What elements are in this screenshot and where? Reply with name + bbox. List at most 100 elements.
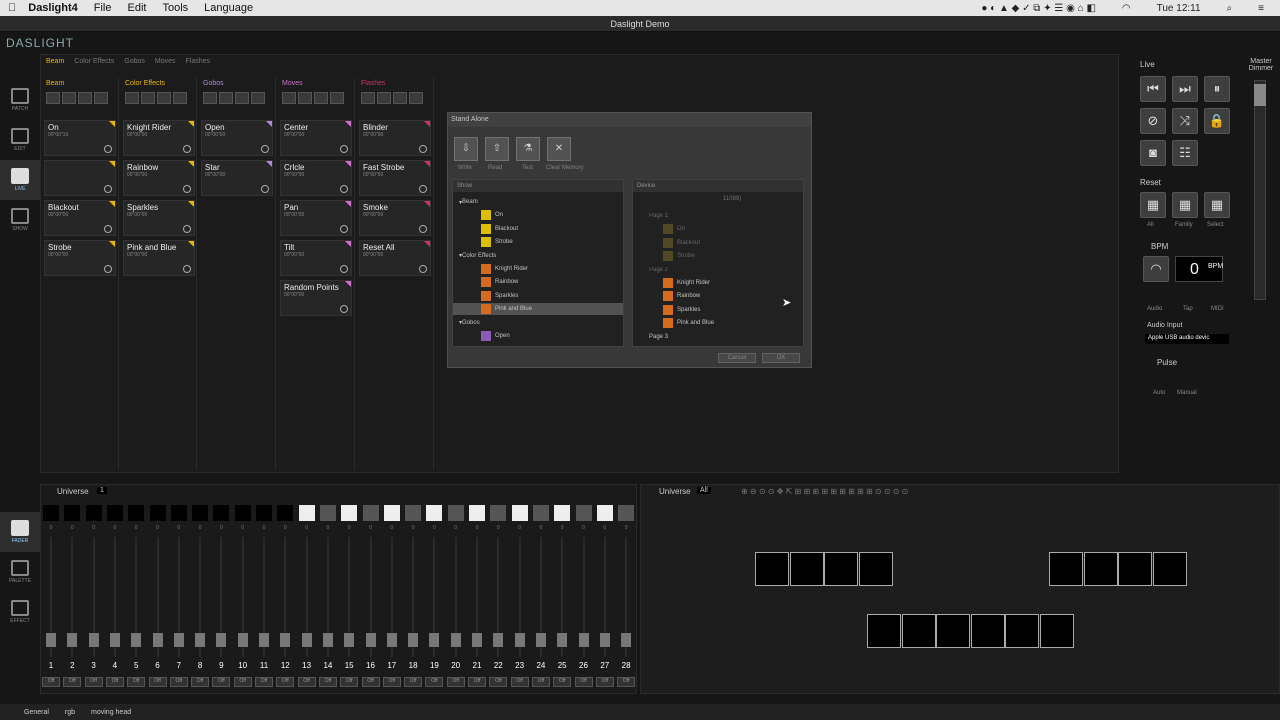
- channel-off-button[interactable]: Off: [595, 677, 614, 687]
- status-icons[interactable]: ● ◐ ▲ ◆ ✓ ⧉ ✦ ☰ ◉ ⌂ ◧: [973, 3, 1104, 14]
- audio-input-select[interactable]: Apple USB audio devic: [1145, 334, 1229, 344]
- fader-knob[interactable]: [131, 633, 142, 647]
- nav-show[interactable]: SHOW: [0, 200, 40, 240]
- channel-fader[interactable]: 0 8 Off: [190, 505, 210, 691]
- channel-fader[interactable]: 0 7 Off: [169, 505, 189, 691]
- fader-knob[interactable]: [408, 633, 419, 647]
- fader-knob[interactable]: [535, 633, 546, 647]
- pause-icon[interactable]: [141, 92, 155, 104]
- channel-fader[interactable]: 0 1 Off: [41, 505, 61, 691]
- channel-fader[interactable]: 0 5 Off: [126, 505, 146, 691]
- channel-fader[interactable]: 0 15 Off: [339, 505, 359, 691]
- fader-knob[interactable]: [493, 633, 504, 647]
- channel-fader[interactable]: 0 10 Off: [233, 505, 253, 691]
- cue-button[interactable]: Open 00"00"00: [201, 120, 273, 156]
- channel-fader[interactable]: 0 27 Off: [595, 505, 615, 691]
- cue-button[interactable]: Tilt 00"00"00: [280, 240, 352, 276]
- tab-moves[interactable]: Moves: [155, 58, 176, 70]
- device-tree-item[interactable]: Knight Rider: [633, 277, 803, 289]
- cue-button[interactable]: Reset All 00"00"00: [359, 240, 431, 276]
- column-header[interactable]: Color Effects: [119, 78, 196, 90]
- fader-knob[interactable]: [365, 633, 376, 647]
- loop-icon[interactable]: [183, 185, 191, 193]
- select-all-icon[interactable]: ▦: [1140, 192, 1166, 218]
- channel-off-button[interactable]: Off: [340, 677, 359, 687]
- loop-icon[interactable]: [340, 305, 348, 313]
- menu-file[interactable]: File: [86, 2, 120, 14]
- channel-fader[interactable]: 0 9 Off: [211, 505, 231, 691]
- loop-icon[interactable]: [261, 145, 269, 153]
- nav-effect[interactable]: EFFECT: [0, 592, 40, 632]
- show-tree-item[interactable]: Knight Rider: [453, 263, 623, 275]
- clear-memory-button[interactable]: ✕: [547, 137, 571, 161]
- nav-live[interactable]: LIVE: [0, 160, 40, 200]
- show-tree-item[interactable]: ▾ Gobos: [453, 317, 623, 329]
- fixture-cell[interactable]: [858, 552, 893, 586]
- channel-fader[interactable]: 0 14 Off: [318, 505, 338, 691]
- channel-off-button[interactable]: Off: [404, 677, 423, 687]
- channel-fader[interactable]: 0 25 Off: [552, 505, 572, 691]
- pulse-auto-label[interactable]: Auto: [1153, 390, 1165, 396]
- device-tree-item[interactable]: Sparkles: [633, 304, 803, 316]
- master-dimmer-knob[interactable]: [1254, 84, 1266, 106]
- channel-fader[interactable]: 0 28 Off: [616, 505, 636, 691]
- loop-icon[interactable]: [183, 225, 191, 233]
- cue-button[interactable]: Center 00"00"00: [280, 120, 352, 156]
- camera-icon[interactable]: ◙: [1140, 140, 1166, 166]
- cue-button[interactable]: Blinder 00"00"00: [359, 120, 431, 156]
- tab-beam[interactable]: Beam: [46, 58, 64, 70]
- cue-button[interactable]: On 00"00"16: [44, 120, 116, 156]
- channel-off-button[interactable]: Off: [42, 677, 60, 687]
- device-tree-item[interactable]: Strobe: [633, 250, 803, 262]
- channel-fader[interactable]: 0 26 Off: [574, 505, 594, 691]
- show-tree-item[interactable]: ▾ Beam: [453, 196, 623, 208]
- channel-off-button[interactable]: Off: [318, 677, 337, 687]
- channel-fader[interactable]: 0 3 Off: [84, 505, 104, 691]
- nav-patch[interactable]: PATCH: [0, 80, 40, 120]
- fixture-cell[interactable]: [755, 552, 789, 586]
- fader-knob[interactable]: [429, 633, 440, 647]
- device-page[interactable]: Page 3: [633, 331, 803, 343]
- cue-button[interactable]: Sparkles 00"00"00: [123, 200, 195, 236]
- view-toolbar-icons[interactable]: ⊕ ⊖ ⊙ ⊙ ✥ ⇱ ⊞ ⊞ ⊞ ⊞ ⊞ ⊞ ⊞ ⊞ ⊞ ⊙ ⊙ ⊙ ⊙: [741, 487, 908, 496]
- channel-off-button[interactable]: Off: [105, 677, 124, 687]
- loop-icon[interactable]: [104, 185, 112, 193]
- play-icon[interactable]: [46, 92, 60, 104]
- app-menu[interactable]: Daslight4: [24, 2, 86, 14]
- column-header[interactable]: Gobos: [197, 78, 275, 90]
- channel-fader[interactable]: 0 2 Off: [62, 505, 82, 691]
- fixture-cell[interactable]: [1118, 552, 1152, 586]
- cue-button[interactable]: [44, 160, 116, 196]
- fader-knob[interactable]: [195, 633, 206, 647]
- reset-label[interactable]: Reset: [1140, 178, 1161, 187]
- fader-knob[interactable]: [109, 633, 120, 647]
- menu-edit[interactable]: Edit: [120, 2, 155, 14]
- device-page[interactable]: Page 2: [633, 264, 803, 276]
- menu-language[interactable]: Language: [196, 2, 261, 14]
- cue-button[interactable]: Smoke 00"00"00: [359, 200, 431, 236]
- fader-knob[interactable]: [173, 633, 184, 647]
- channel-off-button[interactable]: Off: [191, 677, 210, 687]
- channel-fader[interactable]: 0 17 Off: [382, 505, 402, 691]
- fader-knob[interactable]: [259, 633, 269, 647]
- column-header[interactable]: Beam: [40, 78, 118, 90]
- channel-off-button[interactable]: Off: [617, 677, 636, 687]
- status-general[interactable]: General: [24, 709, 49, 716]
- tab-flashes[interactable]: Flashes: [186, 58, 211, 70]
- channel-fader[interactable]: 0 4 Off: [105, 505, 125, 691]
- fixture-cell[interactable]: [970, 614, 1005, 648]
- column-header[interactable]: Moves: [276, 78, 354, 90]
- cue-button[interactable]: Rainbow 00"00"00: [123, 160, 195, 196]
- fader-knob[interactable]: [301, 633, 312, 647]
- channel-fader[interactable]: 0 6 Off: [148, 505, 168, 691]
- channel-off-button[interactable]: Off: [233, 677, 252, 687]
- fader-knob[interactable]: [386, 633, 397, 647]
- channel-off-button[interactable]: Off: [255, 677, 273, 687]
- channel-off-button[interactable]: Off: [276, 677, 295, 687]
- loop-icon[interactable]: [340, 145, 348, 153]
- loop-icon[interactable]: [261, 185, 269, 193]
- play-icon[interactable]: [125, 92, 139, 104]
- channel-fader[interactable]: 0 21 Off: [467, 505, 487, 691]
- show-tree-item[interactable]: Pink and Blue: [453, 303, 623, 316]
- tab-gobos[interactable]: Gobos: [124, 58, 145, 70]
